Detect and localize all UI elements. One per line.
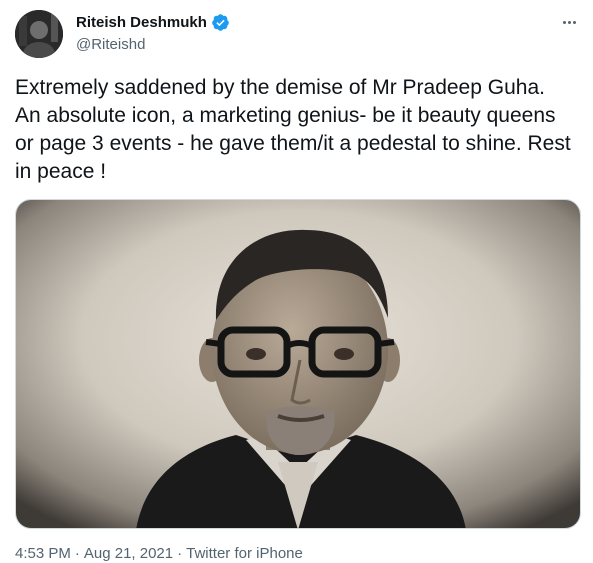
meta-separator-2: · (177, 545, 183, 562)
avatar[interactable] (15, 10, 63, 58)
tweet-photo[interactable] (15, 199, 581, 529)
tweet-source[interactable]: Twitter for iPhone (186, 545, 303, 562)
author-handle[interactable]: @Riteishd (76, 35, 145, 54)
tweet-meta: 4:53 PM · Aug 21, 2021 · Twitter for iPhone (15, 544, 303, 563)
meta-separator: · (74, 545, 80, 562)
more-options-icon[interactable] (559, 12, 579, 32)
author-display-name[interactable]: Riteish Deshmukh (76, 13, 207, 32)
tweet-time[interactable]: 4:53 PM (15, 545, 71, 562)
author-name-row: Riteish Deshmukh (76, 13, 230, 32)
verified-badge-icon (212, 14, 229, 31)
tweet-date[interactable]: Aug 21, 2021 (84, 545, 173, 562)
tweet-text: Extremely saddened by the demise of Mr P… (15, 76, 571, 183)
